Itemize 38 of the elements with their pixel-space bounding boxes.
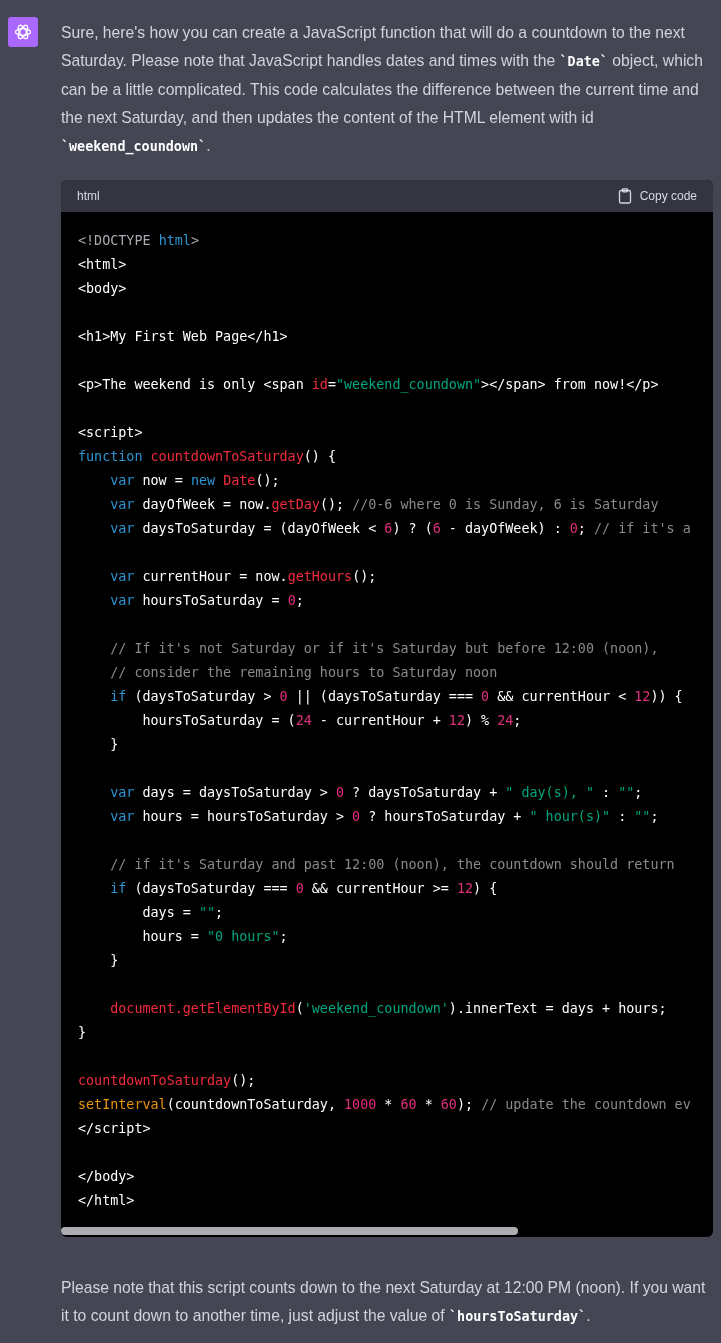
message-paragraph: Sure, here's how you can create a JavaScript function that will do a countdown to the next Saturday. Please note that JavaScript handles dates and times with the `Date` object, which can be a little complicated. This code calculates the difference between the current time and the next Saturday, and then updates the content of the HTML element with id `weekend_coundown`. bbox=[61, 23, 704, 157]
language-label: html bbox=[77, 189, 100, 203]
code-line: </script> bbox=[78, 1120, 152, 1138]
assistant-avatar-icon bbox=[8, 17, 38, 47]
code-line: countdownToSaturday(); bbox=[78, 1072, 257, 1090]
code-line: <html> bbox=[78, 256, 128, 274]
code-line: } bbox=[109, 736, 120, 754]
code-line: <script> bbox=[78, 424, 144, 442]
code-line: } bbox=[109, 952, 120, 970]
code-line: <h1>My First Web Page</h1> bbox=[78, 328, 289, 346]
code-line: var hoursToSaturday = 0; bbox=[109, 592, 305, 610]
code-line: if (daysToSaturday > 0 || (daysToSaturday === 0 && currentHour < 12)) { bbox=[109, 688, 684, 707]
code-line: </body> bbox=[78, 1168, 136, 1186]
code-line: </html> bbox=[78, 1192, 136, 1210]
code-line: hours = "0 hours"; bbox=[141, 928, 289, 946]
code-line: } bbox=[78, 1024, 88, 1042]
code-line: // if it's Saturday and past 12:00 (noon), the countdown should return bbox=[109, 856, 676, 874]
code-line: var days = daysToSaturday > 0 ? daysToSaturday + " day(s), " : ""; bbox=[109, 784, 644, 802]
code-line: var hours = hoursToSaturday > 0 ? hoursToSaturday + " hour(s)" : ""; bbox=[109, 808, 660, 826]
code-line: if (daysToSaturday === 0 && currentHour >= 12) { bbox=[109, 880, 499, 898]
horizontal-scrollbar[interactable] bbox=[61, 1227, 518, 1235]
code-line: // consider the remaining hours to Saturday noon bbox=[109, 664, 499, 682]
code-line: setInterval(countdownToSaturday, 1000 * 60 * 60); // update the countdown ev bbox=[78, 1096, 692, 1114]
code-line: hoursToSaturday = (24 - currentHour + 12) % 24; bbox=[141, 712, 523, 730]
code-line: document.getElementById('weekend_coundown').innerText = days + hours; bbox=[109, 1000, 668, 1019]
code-line: // If it's not Saturday or if it's Saturday but before 12:00 (noon), bbox=[109, 640, 660, 658]
code-line: var currentHour = now.getHours(); bbox=[109, 568, 378, 586]
code-line: <p>The weekend is only <span id="weekend_coundown"></span> from now!</p> bbox=[78, 376, 660, 395]
code-line: days = ""; bbox=[141, 904, 225, 922]
code-line: var dayOfWeek = now.getDay(); //0-6 where 0 is Sunday, 6 is Saturday bbox=[109, 496, 660, 514]
code-line: var now = new Date(); bbox=[109, 472, 281, 490]
code-line: function countdownToSaturday() { bbox=[78, 448, 337, 466]
code-line: <!DOCTYPE html> bbox=[78, 232, 200, 250]
code-line: var daysToSaturday = (dayOfWeek < 6) ? (6 - dayOfWeek) : 0; // if it's a bbox=[109, 520, 692, 538]
message-paragraph: Please note that this script counts down to the next Saturday at 12:00 PM (noon). If you want it to count down to another time, just adjust the value of `hoursToSaturday`. bbox=[61, 1278, 707, 1326]
clipboard-icon bbox=[617, 188, 632, 204]
code-line: <body> bbox=[78, 280, 128, 298]
copy-code-button[interactable]: Copy code bbox=[617, 188, 697, 204]
